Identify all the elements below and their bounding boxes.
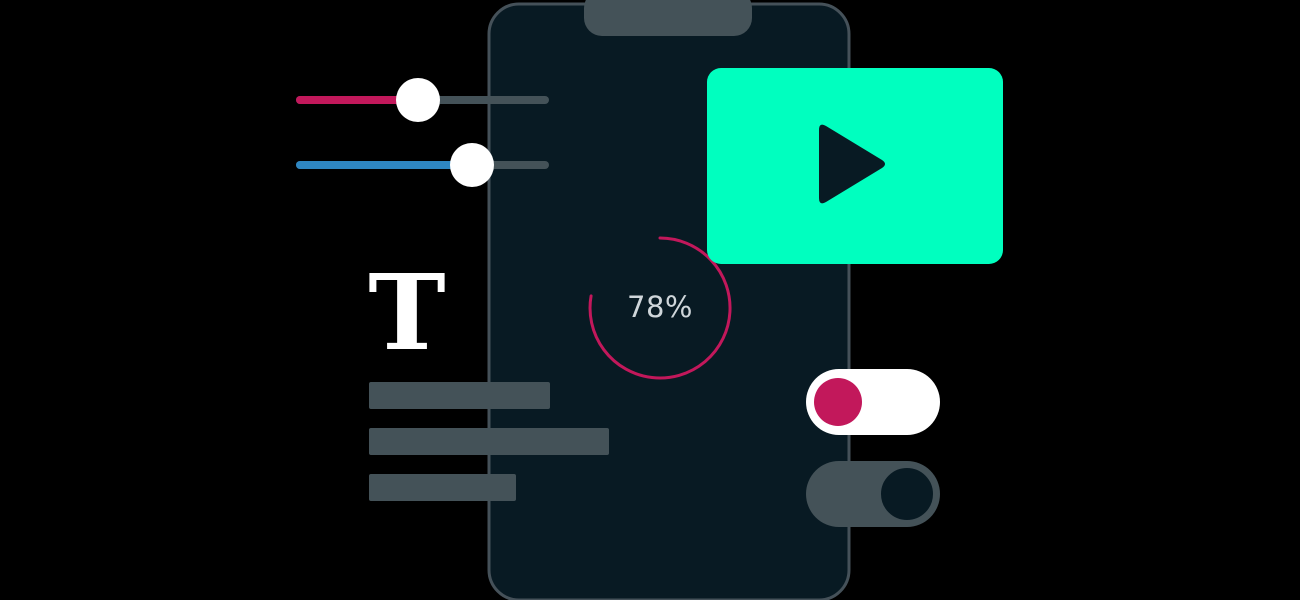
toggle-off[interactable]	[806, 461, 940, 527]
video-card[interactable]	[707, 68, 1003, 264]
text-line	[369, 382, 550, 409]
slider-thumb[interactable]	[396, 78, 440, 122]
slider-thumb[interactable]	[450, 143, 494, 187]
text-line	[369, 428, 609, 455]
text-icon: T	[368, 251, 446, 374]
toggle-on[interactable]	[806, 369, 940, 435]
toggle-knob	[879, 466, 935, 522]
toggle-knob-fill	[814, 378, 862, 426]
phone-notch	[584, 0, 752, 36]
text-line	[369, 474, 516, 501]
progress-label: 78%	[627, 290, 693, 324]
